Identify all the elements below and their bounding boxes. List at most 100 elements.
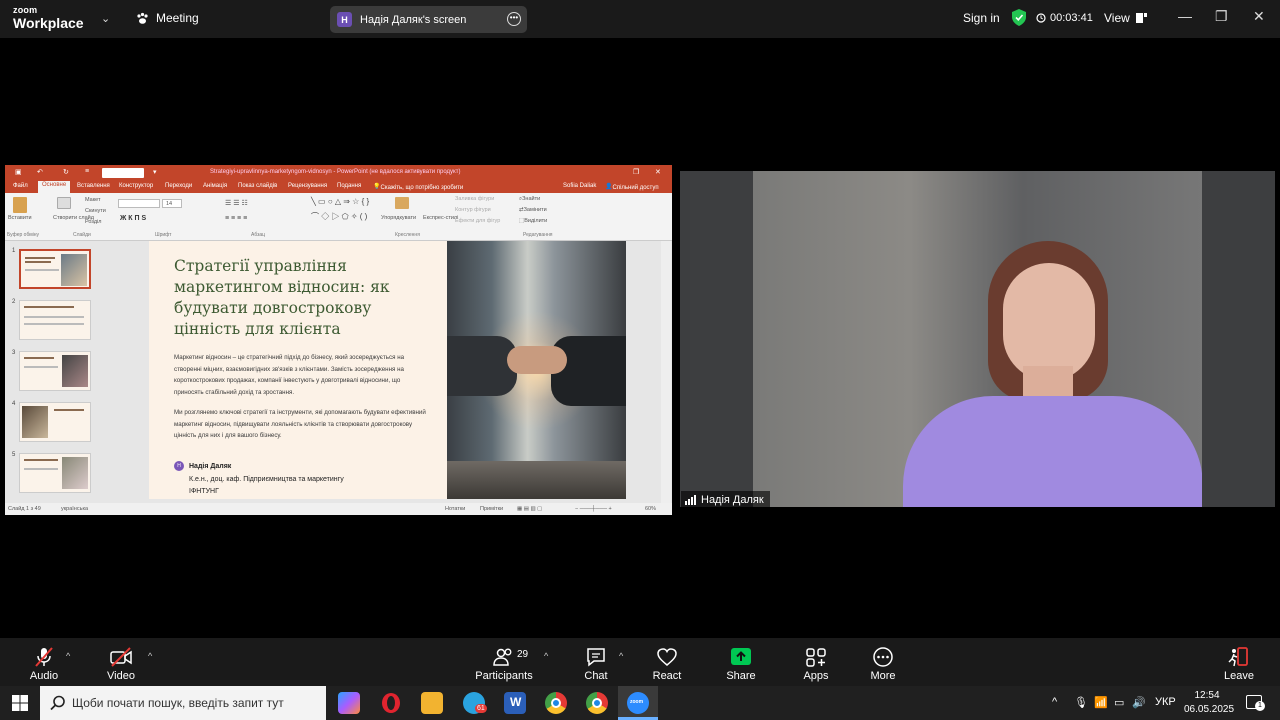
volume-icon[interactable]: 🔊 — [1132, 696, 1146, 709]
shape-outline-button[interactable]: Контур фігури — [455, 207, 491, 213]
select-button[interactable]: ⬚ Виділити — [519, 218, 547, 224]
shared-screen[interactable]: ▣ ↶ ↻ ≡ ▾ Strategiyi-upravlinnya-markety… — [5, 165, 672, 515]
sign-in-button[interactable]: Sign in — [963, 11, 1000, 25]
save-icon[interactable]: ▣ — [15, 168, 22, 176]
chevron-down-icon[interactable]: ⌄ — [101, 12, 110, 25]
slide-thumbnails[interactable]: 1 2 3 4 5 — [5, 241, 109, 503]
share-button[interactable]: Share — [722, 638, 760, 686]
comments-button[interactable]: Примітки — [480, 506, 503, 512]
arrange-icon[interactable] — [395, 197, 409, 209]
tab-insert[interactable]: Вставлення — [77, 183, 110, 189]
font-name-select[interactable] — [118, 199, 160, 208]
slide-thumbnail-1[interactable] — [19, 249, 91, 289]
align-icons[interactable]: ≡ ≡ ≡ ≡ — [225, 215, 247, 222]
customize-icon[interactable]: ≡ — [85, 168, 89, 175]
tab-slideshow[interactable]: Показ слайдів — [238, 183, 277, 189]
font-size-select[interactable]: 14 — [162, 199, 182, 208]
notifications-icon[interactable]: 1 — [1246, 695, 1265, 711]
section-button[interactable]: Розділ — [85, 219, 101, 225]
minimize-icon[interactable]: — — [1178, 8, 1192, 24]
tab-view[interactable]: Подання — [337, 183, 361, 189]
arrange-button[interactable]: Упорядкувати — [381, 215, 416, 221]
input-language[interactable]: УКР — [1155, 696, 1176, 708]
slide-thumbnail-5[interactable] — [19, 453, 91, 493]
tab-file[interactable]: Файл — [13, 183, 28, 189]
find-button[interactable]: ⌕ Знайти — [519, 196, 540, 203]
telegram-icon[interactable]: 61 — [463, 692, 487, 714]
battery-icon[interactable]: ▭ — [1114, 696, 1124, 709]
shape-fill-button[interactable]: Заливка фігури — [455, 196, 494, 202]
leave-button[interactable]: Leave — [1221, 638, 1257, 686]
replace-button[interactable]: ⇄ Замінити — [519, 207, 547, 213]
audio-button[interactable]: Audio — [25, 638, 63, 686]
audio-options-chevron-icon[interactable]: ^ — [66, 651, 70, 661]
react-button[interactable]: React — [648, 638, 686, 686]
shared-screen-pill[interactable]: H Надія Даляк's screen ••• — [330, 6, 527, 33]
redo-icon[interactable]: ↻ — [63, 168, 69, 176]
tray-chevron-icon[interactable]: ^ — [1052, 696, 1057, 708]
ppt-search-box[interactable] — [102, 168, 144, 178]
tab-home[interactable]: Основне — [38, 181, 71, 193]
chat-button[interactable]: Chat — [580, 638, 612, 686]
layout-button[interactable]: Макет — [85, 197, 101, 203]
opera-icon[interactable] — [380, 692, 402, 714]
current-slide[interactable]: Стратегії управління маркетингом відноси… — [149, 241, 626, 499]
paste-icon[interactable] — [13, 197, 27, 213]
video-button[interactable]: Video — [101, 638, 141, 686]
tell-me-box[interactable]: 💡 Скажіть, що потрібно зробити — [373, 183, 463, 191]
participant-video[interactable] — [680, 171, 1275, 507]
paste-button[interactable]: Вставити — [8, 215, 32, 221]
windows-start-icon[interactable] — [12, 695, 28, 711]
file-explorer-icon[interactable] — [421, 692, 443, 714]
slide-thumbnail-3[interactable] — [19, 351, 91, 391]
zoom-logo[interactable]: zoom Workplace — [13, 6, 84, 31]
undo-icon[interactable]: ↶ — [37, 168, 43, 176]
tab-transitions[interactable]: Переходи — [165, 183, 192, 189]
ppt-close-icon[interactable]: ✕ — [655, 168, 661, 176]
word-icon[interactable]: W — [504, 692, 526, 714]
participants-button[interactable]: Participants — [475, 638, 533, 686]
network-icon[interactable]: 📶 — [1094, 696, 1108, 709]
tab-review[interactable]: Рецензування — [288, 183, 327, 189]
chrome-profile-icon[interactable] — [586, 692, 608, 714]
zoom-level[interactable]: 60% — [645, 506, 656, 512]
bold-icon[interactable]: Ж К П S — [120, 215, 146, 222]
new-slide-icon[interactable] — [57, 197, 71, 209]
apps-button[interactable]: Apps — [798, 638, 834, 686]
more-options-icon[interactable]: ••• — [507, 12, 521, 26]
chrome-icon[interactable] — [545, 692, 567, 714]
quick-styles-button[interactable]: Експрес-стилі — [423, 215, 458, 221]
slide-scrollbar[interactable] — [661, 241, 671, 503]
share-access-button[interactable]: 👤 Спільний доступ — [605, 183, 659, 191]
zoom-app-icon[interactable]: zoom — [627, 692, 649, 714]
chat-options-chevron-icon[interactable]: ^ — [619, 651, 623, 661]
taskbar-clock[interactable]: 12:54 06.05.2025 — [1184, 689, 1234, 717]
copilot-icon[interactable] — [338, 692, 360, 714]
more-button[interactable]: More — [864, 638, 902, 686]
taskbar-search[interactable]: Щоби почати пошук, введіть запит тут — [40, 686, 326, 720]
view-button[interactable]: View — [1104, 11, 1147, 25]
quick-access-more-icon[interactable]: ▾ — [153, 168, 157, 176]
list-icons[interactable]: ☰ ☰ ☷ — [225, 199, 248, 207]
slide-thumbnail-2[interactable] — [19, 300, 91, 340]
slide-author: H Надія Даляк К.е.н., доц. каф. Підприєм… — [174, 461, 344, 499]
ppt-restore-icon[interactable]: ❐ — [633, 168, 639, 176]
meeting-menu[interactable]: Meeting — [136, 11, 199, 25]
shape-effects-button[interactable]: Ефекти для фігур — [455, 218, 500, 224]
participants-options-chevron-icon[interactable]: ^ — [544, 651, 548, 661]
reset-button[interactable]: Скинути — [85, 208, 106, 214]
restore-icon[interactable]: ❐ — [1215, 8, 1228, 25]
status-language[interactable]: українська — [61, 506, 88, 512]
tab-animations[interactable]: Анімація — [203, 183, 227, 189]
zoom-slider[interactable]: − ───┼─── + — [575, 506, 612, 512]
close-icon[interactable]: ✕ — [1253, 8, 1265, 25]
security-shield-icon[interactable] — [1012, 9, 1026, 26]
slide-thumbnail-4[interactable] — [19, 402, 91, 442]
notes-button[interactable]: Нотатки — [445, 506, 465, 512]
view-buttons[interactable]: ▦ ▤ ▥ ▢ — [517, 506, 542, 512]
tray-microphone-icon[interactable]: 🎙 — [1074, 696, 1088, 709]
shapes-gallery[interactable]: ╲ ▭ ○ △ ⇒ ☆ { } — [311, 197, 369, 206]
tab-design[interactable]: Конструктор — [119, 183, 153, 189]
shapes-gallery-row2[interactable]: ⌒ ◇ ▷ ⬠ ✧ ( ) — [311, 211, 367, 222]
video-options-chevron-icon[interactable]: ^ — [148, 651, 152, 661]
